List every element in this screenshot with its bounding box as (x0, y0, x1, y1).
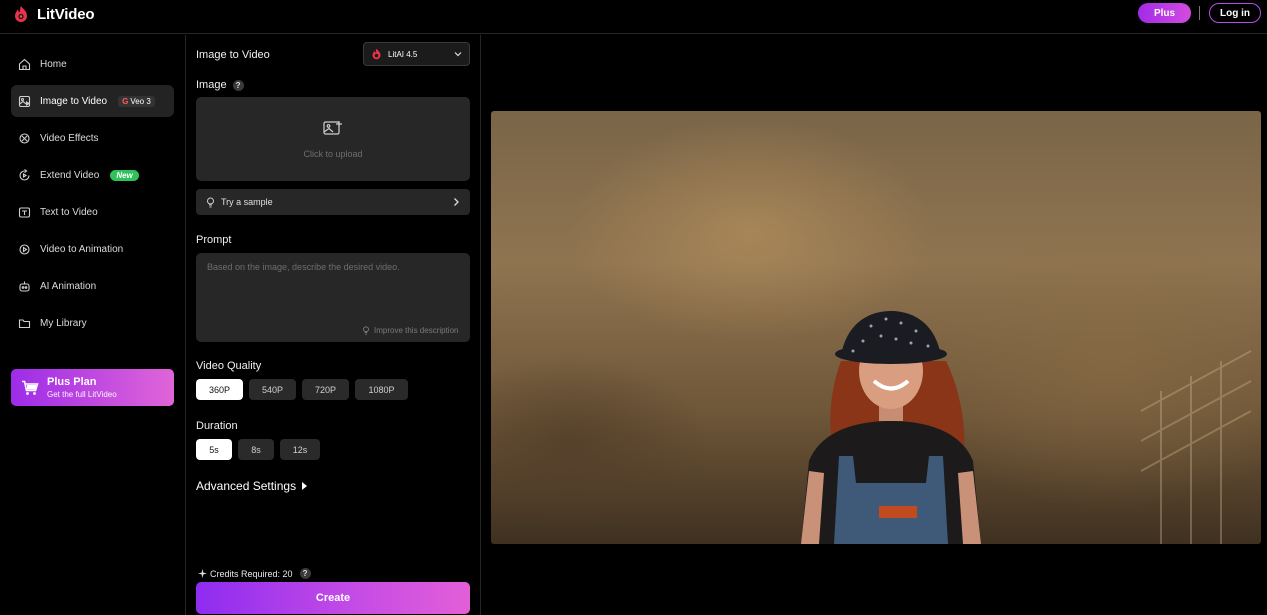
sidebar-item-label: Text to Video (40, 206, 98, 218)
model-select-value: LitAI 4.5 (388, 49, 418, 59)
text-to-video-icon (18, 206, 31, 219)
panel-title: Image to Video (196, 49, 270, 61)
extend-video-icon (18, 168, 31, 182)
help-icon[interactable]: ? (232, 79, 244, 91)
sidebar-item-label: Home (40, 58, 67, 70)
app-name: LitVideo (37, 5, 95, 23)
login-button[interactable]: Log in (1209, 3, 1261, 23)
sidebar-item-ai-animation[interactable]: AI Animation (11, 270, 174, 302)
advanced-settings-toggle[interactable]: Advanced Settings (196, 479, 308, 493)
duration-option-8s[interactable]: 8s (238, 439, 274, 460)
quality-option-360p[interactable]: 360P (196, 379, 243, 400)
sidebar-item-home[interactable]: Home (11, 48, 174, 80)
sidebar-item-image-to-video[interactable]: Image to Video G Veo 3 (11, 85, 174, 117)
lightbulb-icon (207, 197, 214, 207)
create-button[interactable]: Create (196, 582, 470, 614)
form-panel: Image to Video LitAI 4.5 Image? Click to… (187, 35, 481, 615)
video-quality-label: Video Quality (196, 360, 262, 372)
sidebar-item-text-to-video[interactable]: Text to Video (11, 196, 174, 228)
image-upload-area[interactable]: Click to upload (196, 97, 470, 181)
try-sample-label: Try a sample (221, 197, 273, 207)
chevron-right-icon (454, 198, 459, 206)
google-g-icon: G (122, 96, 129, 106)
chevron-down-icon (454, 52, 462, 57)
lightbulb-icon (363, 326, 369, 335)
flame-logo-icon (372, 48, 381, 60)
ai-animation-icon (18, 280, 31, 293)
scaffold-shape (1140, 350, 1252, 544)
new-badge: New (110, 169, 139, 181)
image-to-video-icon (18, 95, 31, 108)
upload-hint: Click to upload (303, 149, 363, 159)
plus-button[interactable]: Plus (1138, 3, 1191, 23)
quality-option-540p[interactable]: 540P (249, 379, 296, 400)
sidebar-item-video-to-animation[interactable]: Video to Animation (11, 233, 174, 265)
image-label-text: Image (196, 79, 227, 91)
improve-description-label: Improve this description (374, 326, 459, 335)
improve-description-button[interactable]: Improve this description (362, 326, 458, 335)
credits-required: Credits Required: 20 ? (198, 568, 311, 579)
sidebar-item-my-library[interactable]: My Library (11, 307, 174, 339)
home-icon (18, 58, 31, 71)
sidebar-item-label: My Library (40, 317, 87, 329)
duration-option-5s[interactable]: 5s (196, 439, 232, 460)
plus-plan-card[interactable]: Plus Plan Get the full LitVideo (11, 369, 174, 406)
quality-option-1080p[interactable]: 1080P (355, 379, 408, 400)
video-preview[interactable] (491, 111, 1261, 544)
veo-badge-text: Veo 3 (130, 96, 151, 106)
video-effects-icon (18, 132, 31, 145)
sidebar: Home Image to Video G Veo 3 Video Effects… (0, 35, 186, 615)
sidebar-item-label: AI Animation (40, 280, 97, 292)
sidebar-item-label: Extend Video (40, 169, 100, 181)
credits-label: Credits Required: 20 (210, 568, 293, 579)
add-image-icon (323, 121, 342, 135)
sidebar-item-label: Video Effects (40, 132, 99, 144)
try-sample-button[interactable]: Try a sample (196, 189, 470, 215)
top-header: LitVideo Plus Log in (0, 0, 1267, 34)
sidebar-item-extend-video[interactable]: Extend Video New (11, 159, 174, 191)
plus-plan-title: Plus Plan (47, 376, 97, 388)
image-label: Image? (196, 79, 244, 91)
sidebar-item-label: Video to Animation (40, 243, 124, 255)
app-logo[interactable]: LitVideo (13, 4, 94, 24)
video-to-animation-icon (18, 243, 31, 256)
quality-option-720p[interactable]: 720P (302, 379, 349, 400)
prompt-label: Prompt (196, 234, 232, 246)
duration-option-12s[interactable]: 12s (280, 439, 320, 460)
caret-right-icon (302, 482, 308, 490)
model-select[interactable]: LitAI 4.5 (363, 42, 470, 66)
duration-label: Duration (196, 420, 238, 432)
plus-plan-text: Plus Plan Get the full LitVideo (47, 376, 117, 399)
cart-icon (22, 380, 39, 395)
sidebar-item-video-effects[interactable]: Video Effects (11, 122, 174, 154)
header-divider (1199, 6, 1200, 20)
preview-image (801, 311, 1252, 544)
sidebar-item-label: Image to Video (40, 95, 108, 107)
folder-icon (18, 317, 31, 330)
sparkle-icon (198, 569, 207, 578)
veo-badge: G Veo 3 (118, 95, 155, 107)
advanced-settings-label: Advanced Settings (196, 479, 297, 493)
help-icon[interactable]: ? (299, 568, 311, 579)
flame-logo-icon (15, 6, 27, 22)
plus-plan-subtitle: Get the full LitVideo (47, 390, 117, 399)
